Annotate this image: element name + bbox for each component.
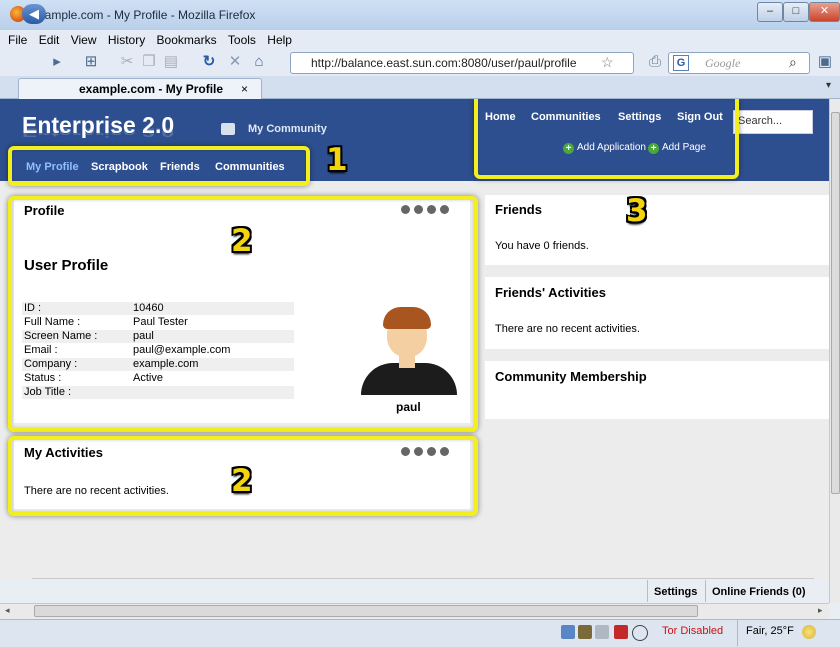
window-titlebar: example.com - My Profile - Mozilla Firef…: [0, 0, 840, 31]
annotation-number-2: 2: [231, 223, 253, 259]
bottom-dock: [32, 578, 814, 579]
search-placeholder[interactable]: Google: [705, 56, 740, 71]
tor-status-text[interactable]: Tor Disabled: [662, 625, 723, 637]
highlight-top-nav: [474, 99, 739, 179]
tab-close-icon[interactable]: ×: [241, 82, 248, 96]
scroll-left-icon[interactable]: ◂: [5, 605, 10, 616]
print-icon[interactable]: ⎙: [646, 53, 664, 71]
search-bar[interactable]: G Google ⌕: [668, 52, 810, 74]
paste-icon[interactable]: ▤: [162, 53, 180, 71]
search-magnifier-icon[interactable]: ⌕: [789, 54, 797, 71]
annotation-number-3: 3: [626, 193, 648, 229]
star-bookmark-icon[interactable]: ☆: [601, 54, 614, 71]
pdf-icon[interactable]: [614, 625, 628, 639]
friends-message: You have 0 friends.: [495, 240, 589, 252]
close-window-icon[interactable]: ✕: [809, 2, 840, 22]
tab-my-profile[interactable]: example.com - My Profile ×: [18, 78, 262, 99]
address-bar[interactable]: http://balance.east.sun.com:8080/user/pa…: [290, 52, 634, 74]
menu-edit[interactable]: Edit: [39, 33, 60, 47]
status-divider: [737, 620, 738, 646]
friends-activities-message: There are no recent activities.: [495, 323, 640, 335]
gp-icon[interactable]: [595, 625, 609, 639]
site-search-value[interactable]: Search...: [738, 115, 782, 127]
tor-onion-icon[interactable]: [632, 625, 648, 641]
page-content: Enterprise 2.0 Enterprise 2.0 My Communi…: [0, 99, 829, 579]
menu-view[interactable]: View: [71, 33, 97, 47]
menu-history[interactable]: History: [108, 33, 145, 47]
bookmark-add-icon[interactable]: ⊞: [82, 53, 100, 71]
annotation-number-2b: 2: [231, 463, 253, 499]
annotation-number-1: 1: [326, 142, 348, 178]
dock-divider: [647, 580, 648, 602]
vertical-scroll-thumb[interactable]: [831, 112, 840, 494]
dock-divider: [705, 580, 706, 602]
menu-tools[interactable]: Tools: [228, 33, 256, 47]
stop-icon[interactable]: ✕: [226, 53, 244, 71]
weather-sun-icon[interactable]: [802, 625, 816, 639]
copy-icon[interactable]: ❐: [140, 53, 158, 71]
dock-online-friends[interactable]: Online Friends (0): [712, 586, 806, 598]
network-status-icon[interactable]: [561, 625, 575, 639]
tab-label[interactable]: example.com - My Profile: [79, 82, 223, 96]
menu-help[interactable]: Help: [267, 33, 292, 47]
minimize-icon[interactable]: –: [757, 2, 783, 22]
forward-arrow-icon[interactable]: ▸: [48, 53, 66, 71]
tab-list-chevron-icon[interactable]: ▾: [826, 80, 831, 91]
community-icon: [221, 123, 235, 135]
extension-icon[interactable]: ▣: [816, 53, 834, 71]
friends-portlet-title: Friends: [495, 202, 542, 217]
menu-file[interactable]: File: [8, 33, 27, 47]
highlight-subnav: [8, 146, 310, 186]
google-engine-icon[interactable]: G: [673, 55, 689, 71]
friends-activities-title: Friends' Activities: [495, 285, 606, 300]
menu-bar: File Edit View History Bookmarks Tools H…: [0, 30, 840, 48]
weather-text[interactable]: Fair, 25°F: [746, 625, 794, 637]
reload-icon[interactable]: ↻: [200, 53, 218, 71]
window-title: example.com - My Profile - Mozilla Firef…: [32, 8, 256, 22]
menu-bookmarks[interactable]: Bookmarks: [157, 33, 217, 47]
dock-settings[interactable]: Settings: [654, 586, 697, 598]
my-community-link[interactable]: My Community: [248, 123, 327, 135]
community-membership-title: Community Membership: [495, 369, 647, 384]
home-icon[interactable]: ⌂: [250, 53, 268, 71]
maximize-icon[interactable]: □: [783, 2, 809, 22]
site-search-input[interactable]: Search...: [733, 110, 813, 134]
horizontal-scroll-thumb[interactable]: [34, 605, 698, 617]
scroll-right-icon[interactable]: ▸: [818, 605, 823, 616]
url-text[interactable]: http://balance.east.sun.com:8080/user/pa…: [311, 56, 577, 70]
back-arrow-icon[interactable]: ◀: [22, 4, 46, 24]
cut-icon[interactable]: ✂: [118, 53, 136, 71]
addon-icon[interactable]: [578, 625, 592, 639]
site-brand-reflection: Enterprise 2.0: [22, 126, 175, 139]
